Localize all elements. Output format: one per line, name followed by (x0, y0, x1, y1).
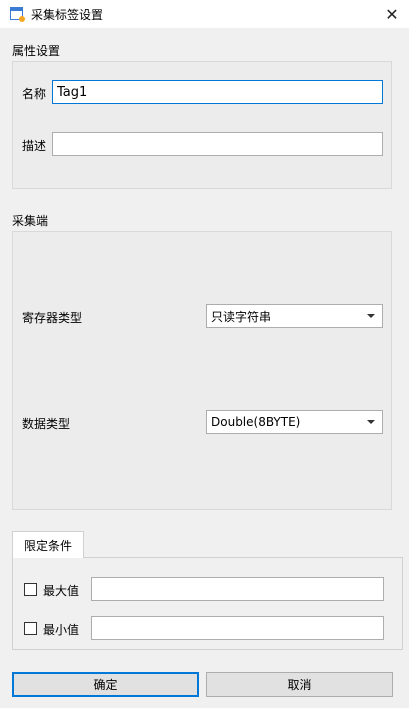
register-type-select[interactable]: 只读字符串 (206, 304, 383, 328)
title-bar: 采集标签设置 ✕ (0, 0, 409, 28)
collector-group (12, 231, 392, 510)
data-type-value: Double(8BYTE) (211, 415, 301, 429)
tab-limits-label: 限定条件 (23, 538, 72, 553)
close-button[interactable]: ✕ (375, 0, 409, 28)
description-input[interactable] (52, 132, 383, 156)
max-value-input[interactable] (91, 577, 384, 601)
register-type-value: 只读字符串 (211, 309, 272, 324)
chevron-down-icon (367, 420, 375, 424)
description-label: 描述 (22, 139, 47, 153)
min-label: 最小值 (43, 623, 80, 637)
properties-section-label: 属性设置 (12, 44, 61, 58)
ok-button-label: 确定 (93, 678, 118, 692)
max-checkbox[interactable] (24, 583, 37, 596)
ok-button[interactable]: 确定 (12, 672, 199, 697)
cancel-button-label: 取消 (287, 678, 312, 692)
close-icon: ✕ (385, 4, 399, 24)
app-form-icon (10, 7, 25, 22)
max-label: 最大值 (43, 584, 80, 598)
min-checkbox[interactable] (24, 622, 37, 635)
cancel-button[interactable]: 取消 (206, 672, 393, 697)
min-value-input[interactable] (91, 616, 384, 640)
data-type-select[interactable]: Double(8BYTE) (206, 410, 383, 434)
name-label: 名称 (22, 87, 47, 101)
collector-section-label: 采集端 (12, 214, 49, 228)
register-type-label: 寄存器类型 (22, 311, 83, 325)
name-input[interactable] (52, 80, 383, 104)
chevron-down-icon (367, 314, 375, 318)
window-title: 采集标签设置 (31, 8, 104, 22)
tab-limits[interactable]: 限定条件 (12, 531, 84, 558)
data-type-label: 数据类型 (22, 417, 71, 431)
